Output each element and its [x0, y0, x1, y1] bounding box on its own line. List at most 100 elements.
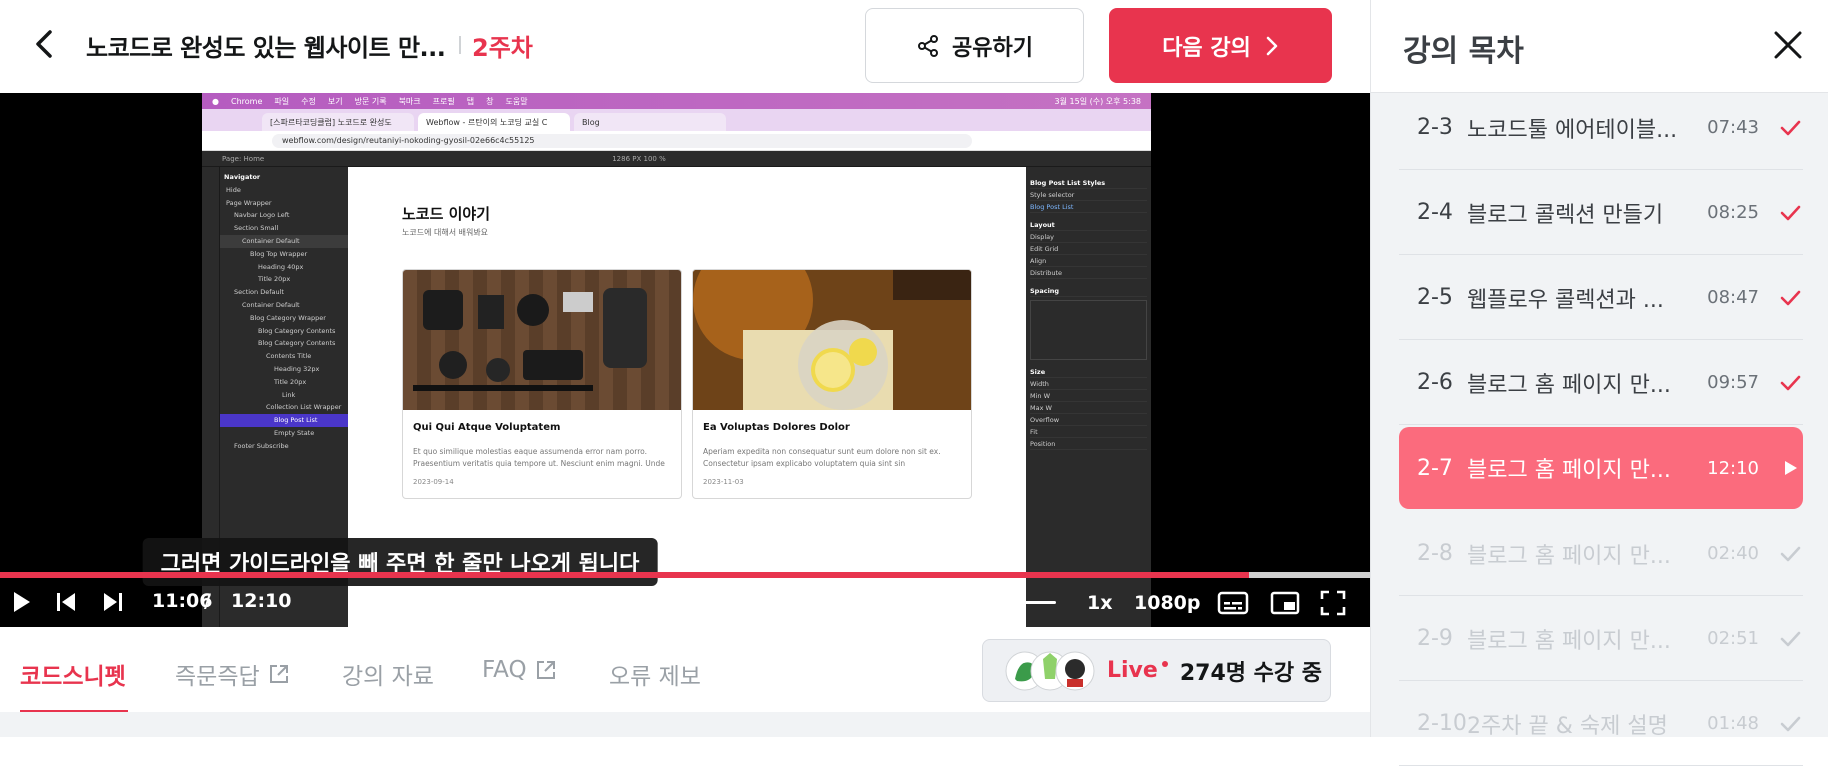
check-icon — [1779, 117, 1801, 139]
volume-slider[interactable] — [946, 601, 1056, 604]
check-icon — [1779, 713, 1801, 735]
play-icon — [1779, 457, 1801, 479]
card-description: Et quo similique molestias eaque assumen… — [413, 447, 665, 468]
zoom-indicator: 1286 PX 100 % — [612, 154, 666, 163]
share-icon — [918, 34, 939, 57]
tab-label: 오류 제보 — [609, 664, 701, 690]
menu-item: 북마크 — [398, 96, 421, 106]
tab-qna[interactable]: 즉문즉답 — [175, 657, 290, 691]
picture-in-picture-icon[interactable] — [1270, 591, 1300, 615]
tab-faq[interactable]: FAQ — [482, 657, 557, 683]
nav-node: Hide — [226, 185, 241, 194]
play-icon[interactable] — [10, 588, 34, 616]
lesson-item-2-7[interactable]: 2-7 블로그 홈 페이지 만... 12:10 — [1399, 427, 1803, 509]
blog-card: Qui Qui Atque Voluptatem Et quo similiqu… — [402, 269, 682, 499]
style-panel-row: Edit Grid — [1030, 243, 1147, 255]
tab-code-snippet[interactable]: 코드스니펫 — [20, 657, 126, 691]
card-title: Ea Voluptas Dolores Dolor — [703, 422, 850, 433]
lesson-item-2-9[interactable]: 2-9 블로그 홈 페이지 만... 02:51 — [1399, 597, 1803, 681]
nav-node: Heading 40px — [258, 262, 304, 271]
style-panel-row: Min W — [1030, 390, 1147, 402]
lesson-number: 2-6 — [1417, 370, 1453, 395]
browser-tab: [스파르타코딩클럽] 노코드로 완성도 — [262, 113, 414, 131]
style-panel-row: Blog Post List — [1030, 201, 1147, 213]
lesson-title: 블로그 콜렉션 만들기 — [1467, 202, 1664, 228]
browser-tabs: [스파르타코딩클럽] 노코드로 완성도 Webflow - 르탄이의 노코딩 교… — [202, 109, 1151, 131]
check-icon — [1779, 628, 1801, 650]
share-button[interactable]: 공유하기 — [865, 8, 1084, 83]
next-lecture-label: 다음 강의 — [1162, 35, 1251, 61]
lesson-duration: 12:10 — [1707, 457, 1759, 479]
lesson-number: 2-7 — [1417, 455, 1453, 481]
check-icon — [1779, 372, 1801, 394]
week-label: 2주차 — [472, 34, 533, 62]
subtitles-icon[interactable] — [1217, 591, 1249, 615]
time-separator: / — [204, 590, 211, 612]
nav-node: Empty State — [274, 428, 315, 437]
blog-heading: 노코드 이야기 — [402, 205, 491, 223]
nav-node: Blog Category Wrapper — [250, 313, 326, 322]
nav-node: Title 20px — [274, 377, 307, 386]
lesson-number: 2-5 — [1417, 285, 1453, 310]
lesson-item-2-10[interactable]: 2-10 2주차 끝 & 숙제 설명 01:48 — [1399, 682, 1803, 766]
lesson-item-2-6[interactable]: 2-6 블로그 홈 페이지 만... 09:57 — [1399, 341, 1803, 425]
external-link-icon — [536, 661, 555, 679]
close-icon[interactable] — [1769, 26, 1807, 64]
live-label: Live — [1107, 658, 1158, 683]
share-label: 공유하기 — [952, 35, 1033, 61]
lesson-item-2-5[interactable]: 2-5 웹플로우 콜렉션과 ... 08:47 — [1399, 256, 1803, 340]
lesson-item-2-3[interactable]: 2-3 노코드툴 에어테이블... 07:43 — [1399, 86, 1803, 170]
lesson-duration: 08:47 — [1707, 287, 1759, 308]
style-panel-row: Overflow — [1030, 414, 1147, 426]
live-dot — [1161, 660, 1168, 667]
nav-node: Container Default — [220, 234, 348, 248]
style-panel-row: Layout — [1030, 219, 1147, 231]
nav-node: Blog Category Contents — [258, 326, 336, 335]
fullscreen-icon[interactable] — [1320, 590, 1346, 616]
menu-item: 수정 — [301, 96, 316, 106]
volume-icon[interactable] — [908, 590, 938, 616]
mac-menu-bar: ● Chrome 파일 수정 보기 방문 기록 북마크 프로필 탭 창 도움말 … — [202, 93, 1151, 109]
playback-rate[interactable]: 1x — [1087, 592, 1112, 614]
nav-node: Link — [282, 390, 296, 399]
lesson-title: 웹플로우 콜렉션과 ... — [1467, 287, 1664, 313]
lesson-item-2-4[interactable]: 2-4 블로그 콜렉션 만들기 08:25 — [1399, 171, 1803, 255]
live-viewers-badge: Live 274명 수강 중 — [982, 639, 1331, 702]
style-panel-row: Distribute — [1030, 267, 1147, 279]
total-duration: 12:10 — [231, 590, 292, 612]
style-panel-row: Max W — [1030, 402, 1147, 414]
lesson-number: 2-10 — [1417, 711, 1467, 736]
tab-report-error[interactable]: 오류 제보 — [609, 657, 701, 691]
tab-label: 강의 자료 — [342, 664, 434, 690]
chevron-right-icon — [1266, 36, 1278, 55]
style-panel-row: Spacing — [1030, 285, 1147, 297]
nav-node: Collection List Wrapper — [266, 403, 342, 412]
back-arrow-icon[interactable] — [28, 27, 62, 61]
lesson-number: 2-9 — [1417, 626, 1453, 651]
lesson-title: 블로그 홈 페이지 만... — [1467, 543, 1671, 569]
nav-node: Navbar Logo Left — [234, 211, 290, 220]
style-panel-row: Size — [1030, 366, 1147, 378]
nav-node: Title 20px — [258, 275, 291, 284]
card-date: 2023-09-14 — [413, 478, 454, 486]
check-icon — [1779, 543, 1801, 565]
tab-materials[interactable]: 강의 자료 — [342, 657, 434, 691]
quality-selector[interactable]: 1080p — [1134, 592, 1200, 614]
nav-node: Footer Subscribe — [234, 441, 289, 450]
browser-tab: Webflow - 르탄이의 노코딩 교실 C — [418, 113, 570, 131]
lesson-duration: 01:48 — [1707, 713, 1759, 734]
video-player[interactable]: ● Chrome 파일 수정 보기 방문 기록 북마크 프로필 탭 창 도움말 … — [0, 93, 1370, 627]
lesson-duration: 02:40 — [1707, 543, 1759, 564]
lesson-duration: 08:25 — [1707, 202, 1759, 223]
external-link-icon — [269, 665, 288, 683]
page-indicator: Page: Home — [222, 154, 265, 163]
next-lecture-button[interactable]: 다음 강의 — [1109, 8, 1332, 83]
next-icon[interactable] — [101, 588, 125, 616]
navigator-title: Navigator — [224, 173, 261, 181]
menu-item: Chrome — [230, 96, 263, 106]
lesson-item-2-8[interactable]: 2-8 블로그 홈 페이지 만... 02:40 — [1399, 512, 1803, 596]
player-controls: 11:06 / 12:10 1x 1080p — [0, 578, 1370, 627]
lesson-duration: 02:51 — [1707, 628, 1759, 649]
lesson-number: 2-3 — [1417, 115, 1453, 140]
previous-icon[interactable] — [54, 588, 78, 616]
